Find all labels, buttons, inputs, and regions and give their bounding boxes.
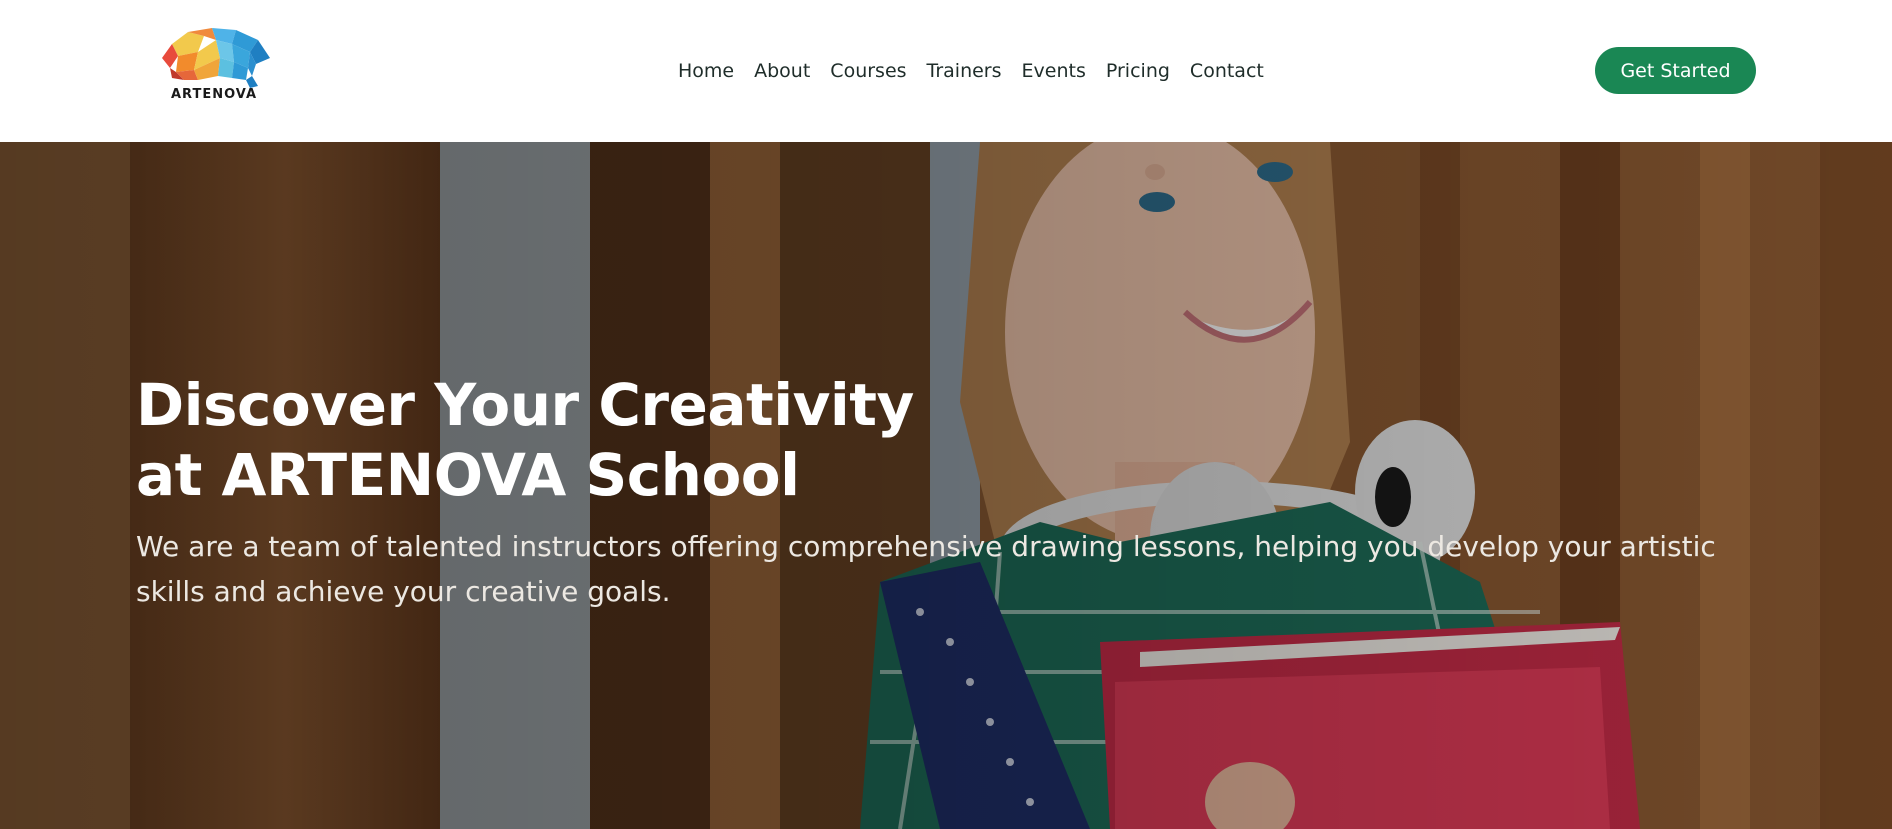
nav-pricing[interactable]: Pricing: [1096, 60, 1180, 82]
hero-title-line-2: at ARTENOVA School: [136, 441, 800, 509]
nav-courses[interactable]: Courses: [820, 60, 916, 82]
nav-trainers[interactable]: Trainers: [917, 60, 1012, 82]
nav-contact[interactable]: Contact: [1180, 60, 1274, 82]
nav-events[interactable]: Events: [1012, 60, 1096, 82]
hero-title: Discover Your Creativity at ARTENOVA Sch…: [136, 370, 1036, 510]
logo-wordmark: ARTENOVA: [170, 87, 258, 102]
get-started-button[interactable]: Get Started: [1595, 47, 1756, 94]
site-header: ARTENOVA Home About Courses Trainers Eve…: [0, 0, 1892, 142]
hero-title-line-1: Discover Your Creativity: [136, 371, 914, 439]
nav-home[interactable]: Home: [668, 60, 744, 82]
nav-about[interactable]: About: [744, 60, 820, 82]
site-logo[interactable]: ARTENOVA: [154, 24, 274, 104]
main-nav: Home About Courses Trainers Events Prici…: [668, 56, 1274, 86]
hero-section: Discover Your Creativity at ARTENOVA Sch…: [0, 142, 1892, 829]
hero-description: We are a team of talented instructors of…: [136, 530, 1716, 608]
brain-logo-icon: [162, 28, 270, 88]
